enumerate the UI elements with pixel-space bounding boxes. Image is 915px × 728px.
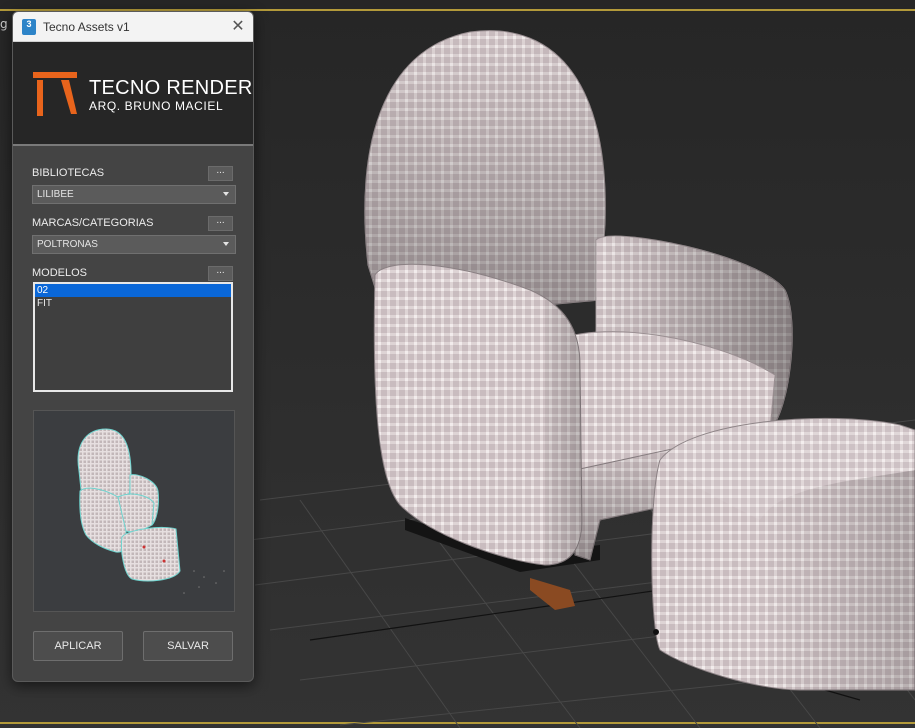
dialog-titlebar[interactable]: 3 Tecno Assets v1 ✕ [13, 12, 253, 42]
bibliotecas-label: BIBLIOTECAS [32, 167, 105, 179]
close-icon[interactable]: ✕ [227, 15, 249, 37]
apply-button[interactable]: APLICAR [33, 631, 123, 661]
marcas-selected-value: POLTRONAS [37, 239, 98, 250]
bibliotecas-selected-value: LILIBEE [37, 189, 74, 200]
model-preview-thumbnail [33, 410, 235, 612]
bibliotecas-browse-button[interactable]: ... [208, 166, 233, 181]
marcas-select[interactable]: POLTRONAS [32, 235, 236, 254]
marcas-label: MARCAS/CATEGORIAS [32, 217, 154, 229]
brand-header: TECNO RENDER ARQ. BRUNO MACIEL [13, 42, 253, 144]
3dsmax-app-icon: 3 [22, 18, 36, 35]
save-button[interactable]: SALVAR [143, 631, 233, 661]
brand-title: TECNO RENDER [89, 77, 253, 99]
tecno-assets-dialog: 3 Tecno Assets v1 ✕ TECNO RENDER ARQ. BR… [12, 11, 254, 682]
list-item[interactable]: FIT [35, 297, 231, 310]
preview-image [34, 411, 234, 611]
list-item[interactable]: 02 [35, 284, 231, 297]
dialog-title: Tecno Assets v1 [43, 19, 130, 34]
modelos-label: MODELOS [32, 267, 88, 279]
header-divider [13, 144, 253, 146]
marcas-browse-button[interactable]: ... [208, 216, 233, 231]
modelos-listbox[interactable]: 02 FIT [33, 282, 233, 392]
tecno-render-logo-icon [33, 72, 77, 116]
modelos-browse-button[interactable]: ... [208, 266, 233, 281]
chevron-down-icon [223, 192, 229, 196]
chevron-down-icon [223, 242, 229, 246]
bibliotecas-select[interactable]: LILIBEE [32, 185, 236, 204]
brand-subtitle: ARQ. BRUNO MACIEL [89, 99, 224, 113]
